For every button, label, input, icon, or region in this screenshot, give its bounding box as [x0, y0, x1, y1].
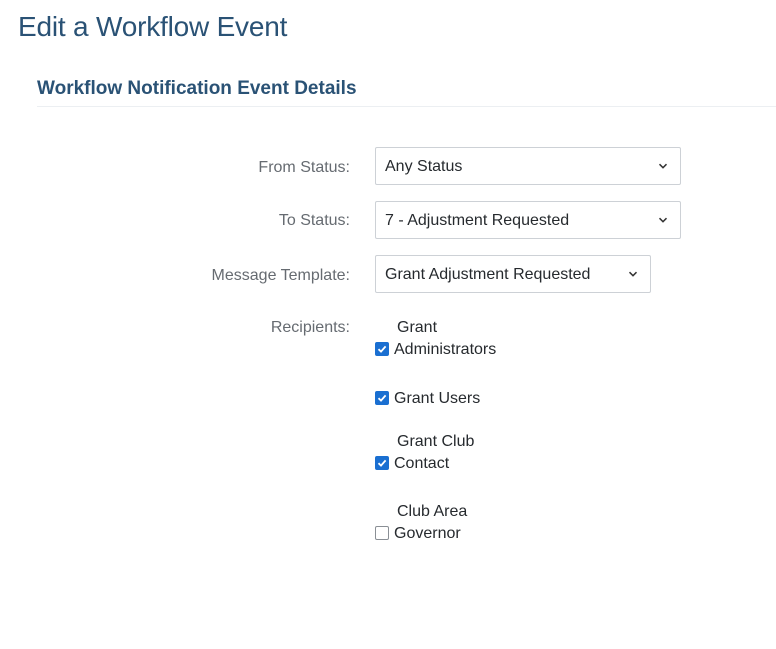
check-icon: [377, 394, 387, 402]
recipients-label: Recipients:: [270, 319, 350, 336]
to-status-value: 7 - Adjustment Requested: [385, 212, 570, 229]
to-status-label: To Status:: [278, 212, 350, 229]
to-status-select[interactable]: 7 - Adjustment Requested: [375, 201, 681, 239]
page-title: Edit a Workflow Event: [18, 11, 288, 42]
recipient-option-grant-club-contact[interactable]: Grant Club Contact: [375, 431, 474, 475]
recipient-label-line1: Grant Club: [397, 433, 475, 450]
message-template-label: Message Template:: [211, 267, 350, 284]
chevron-down-icon: [658, 217, 668, 223]
message-template-value: Grant Adjustment Requested: [385, 266, 591, 283]
recipient-label-line2: Contact: [394, 455, 450, 472]
check-icon: [377, 459, 387, 467]
message-template-select[interactable]: Grant Adjustment Requested: [375, 255, 651, 293]
recipient-option-grant-administrators[interactable]: Grant Administrators: [375, 317, 496, 361]
recipient-label-line2: Administrators: [394, 341, 497, 358]
section-title: Workflow Notification Event Details: [37, 78, 357, 99]
recipient-label-line1: Club Area: [397, 503, 468, 520]
recipient-option-club-area-governor[interactable]: Club Area Governor: [375, 501, 467, 545]
grant-club-contact-checkbox[interactable]: [375, 456, 389, 470]
grant-administrators-checkbox[interactable]: [375, 342, 389, 356]
recipient-label: Grant Users: [394, 390, 481, 407]
chevron-down-icon: [658, 163, 668, 169]
grant-users-checkbox[interactable]: [375, 391, 389, 405]
recipient-option-grant-users[interactable]: Grant Users: [375, 388, 480, 410]
club-area-governor-checkbox[interactable]: [375, 526, 389, 540]
recipient-label-line1: Grant: [397, 319, 438, 336]
from-status-value: Any Status: [385, 158, 463, 175]
recipient-label-line2: Governor: [394, 525, 461, 542]
edit-workflow-event-page: Edit a Workflow Event Workflow Notificat…: [0, 0, 776, 649]
chevron-down-icon: [628, 271, 638, 277]
from-status-label: From Status:: [258, 159, 350, 176]
from-status-select[interactable]: Any Status: [375, 147, 681, 185]
section-divider: [37, 106, 776, 107]
check-icon: [377, 345, 387, 353]
